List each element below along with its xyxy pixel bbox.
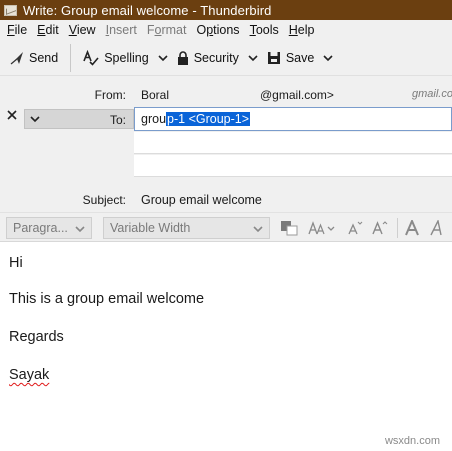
larger-font-button[interactable] bbox=[371, 217, 389, 239]
spelling-icon bbox=[83, 49, 99, 66]
italic-icon bbox=[430, 220, 442, 236]
remove-recipient-button[interactable] bbox=[6, 109, 18, 121]
body-line-signature: Sayak bbox=[9, 367, 50, 383]
menu-bar: File Edit View Insert Format Options Too… bbox=[0, 20, 452, 40]
close-icon bbox=[7, 110, 17, 120]
save-button[interactable]: Save bbox=[261, 45, 321, 71]
chevron-down-icon bbox=[75, 226, 85, 233]
format-separator bbox=[397, 218, 398, 238]
font-size-icon bbox=[308, 221, 335, 235]
to-recipient-text: group-1 <Group-1> bbox=[141, 112, 251, 126]
smaller-font-button[interactable] bbox=[346, 217, 364, 239]
send-icon bbox=[10, 51, 23, 64]
menu-help[interactable]: Help bbox=[284, 23, 320, 37]
security-button[interactable]: Security bbox=[171, 45, 245, 71]
to-autocomplete-selection: p-1 <Group-1> bbox=[166, 112, 251, 126]
from-selector[interactable]: Boral @gmail.com> gmail.co bbox=[134, 84, 452, 106]
from-name: Boral bbox=[141, 88, 170, 102]
font-size-button[interactable] bbox=[308, 217, 336, 239]
menu-insert[interactable]: Insert bbox=[101, 23, 142, 37]
recipient-row-empty[interactable] bbox=[134, 155, 452, 177]
menu-view[interactable]: View bbox=[64, 23, 101, 37]
smaller-font-icon bbox=[348, 221, 363, 235]
body-line-closing: Regards bbox=[9, 329, 64, 345]
menu-edit[interactable]: Edit bbox=[32, 23, 64, 37]
text-color-button[interactable] bbox=[280, 217, 298, 239]
subject-text: Group email welcome bbox=[141, 193, 262, 207]
security-label: Security bbox=[193, 50, 239, 65]
to-recipient-input[interactable]: group-1 <Group-1> bbox=[134, 107, 452, 131]
subject-label: Subject: bbox=[82, 193, 126, 207]
save-icon bbox=[267, 51, 280, 64]
menu-file[interactable]: File bbox=[2, 23, 32, 37]
to-label: To: bbox=[109, 113, 126, 127]
color-swatch-icon bbox=[281, 221, 298, 236]
body-line-greeting: Hi bbox=[9, 255, 23, 271]
save-label: Save bbox=[285, 50, 315, 65]
chevron-down-icon bbox=[158, 54, 168, 61]
lock-icon bbox=[177, 50, 188, 65]
spelling-label: Spelling bbox=[104, 50, 149, 65]
font-family-value: Variable Width bbox=[110, 221, 191, 235]
spelling-button[interactable]: Spelling bbox=[77, 45, 154, 71]
from-email: @gmail.com> bbox=[260, 88, 334, 102]
address-header: From: Boral @gmail.com> gmail.co To: gro… bbox=[0, 76, 452, 212]
subject-input[interactable]: Group email welcome bbox=[134, 189, 452, 211]
send-label: Send bbox=[29, 50, 59, 65]
toolbar-separator bbox=[70, 43, 72, 72]
from-trailing-text: gmail.co bbox=[412, 88, 452, 100]
chevron-down-icon bbox=[248, 54, 258, 61]
bold-button[interactable] bbox=[405, 217, 419, 239]
font-family-select[interactable]: Variable Width bbox=[103, 217, 270, 239]
larger-font-icon bbox=[372, 221, 388, 235]
compose-toolbar: Send Spelling Security Save bbox=[0, 40, 452, 76]
title-bar: Write: Group email welcome - Thunderbird bbox=[0, 0, 452, 20]
italic-button[interactable] bbox=[430, 217, 446, 239]
security-dropdown[interactable] bbox=[245, 45, 261, 71]
watermark-text: wsxdn.com bbox=[384, 435, 440, 447]
bold-icon bbox=[405, 220, 419, 236]
paragraph-format-select[interactable]: Paragra... bbox=[6, 217, 92, 239]
send-button[interactable]: Send bbox=[4, 45, 64, 71]
chevron-down-icon bbox=[253, 226, 263, 233]
save-dropdown[interactable] bbox=[320, 45, 336, 71]
menu-format[interactable]: Format bbox=[142, 23, 192, 37]
paragraph-format-value: Paragra... bbox=[13, 221, 68, 235]
window-title: Write: Group email welcome - Thunderbird bbox=[23, 2, 272, 18]
from-label: From: bbox=[94, 88, 126, 102]
chevron-down-icon bbox=[30, 116, 40, 123]
recipient-row-empty[interactable] bbox=[134, 132, 452, 154]
menu-options[interactable]: Options bbox=[191, 23, 244, 37]
menu-tools[interactable]: Tools bbox=[245, 23, 284, 37]
chevron-down-icon bbox=[323, 54, 333, 61]
format-toolbar: Paragra... Variable Width bbox=[0, 212, 452, 242]
compose-window-icon bbox=[4, 4, 17, 16]
message-body-editor[interactable]: Hi This is a group email welcome Regards… bbox=[0, 242, 452, 451]
body-line-message: This is a group email welcome bbox=[9, 291, 205, 307]
spelling-dropdown[interactable] bbox=[155, 45, 171, 71]
recipient-type-select[interactable]: To: bbox=[24, 109, 134, 129]
